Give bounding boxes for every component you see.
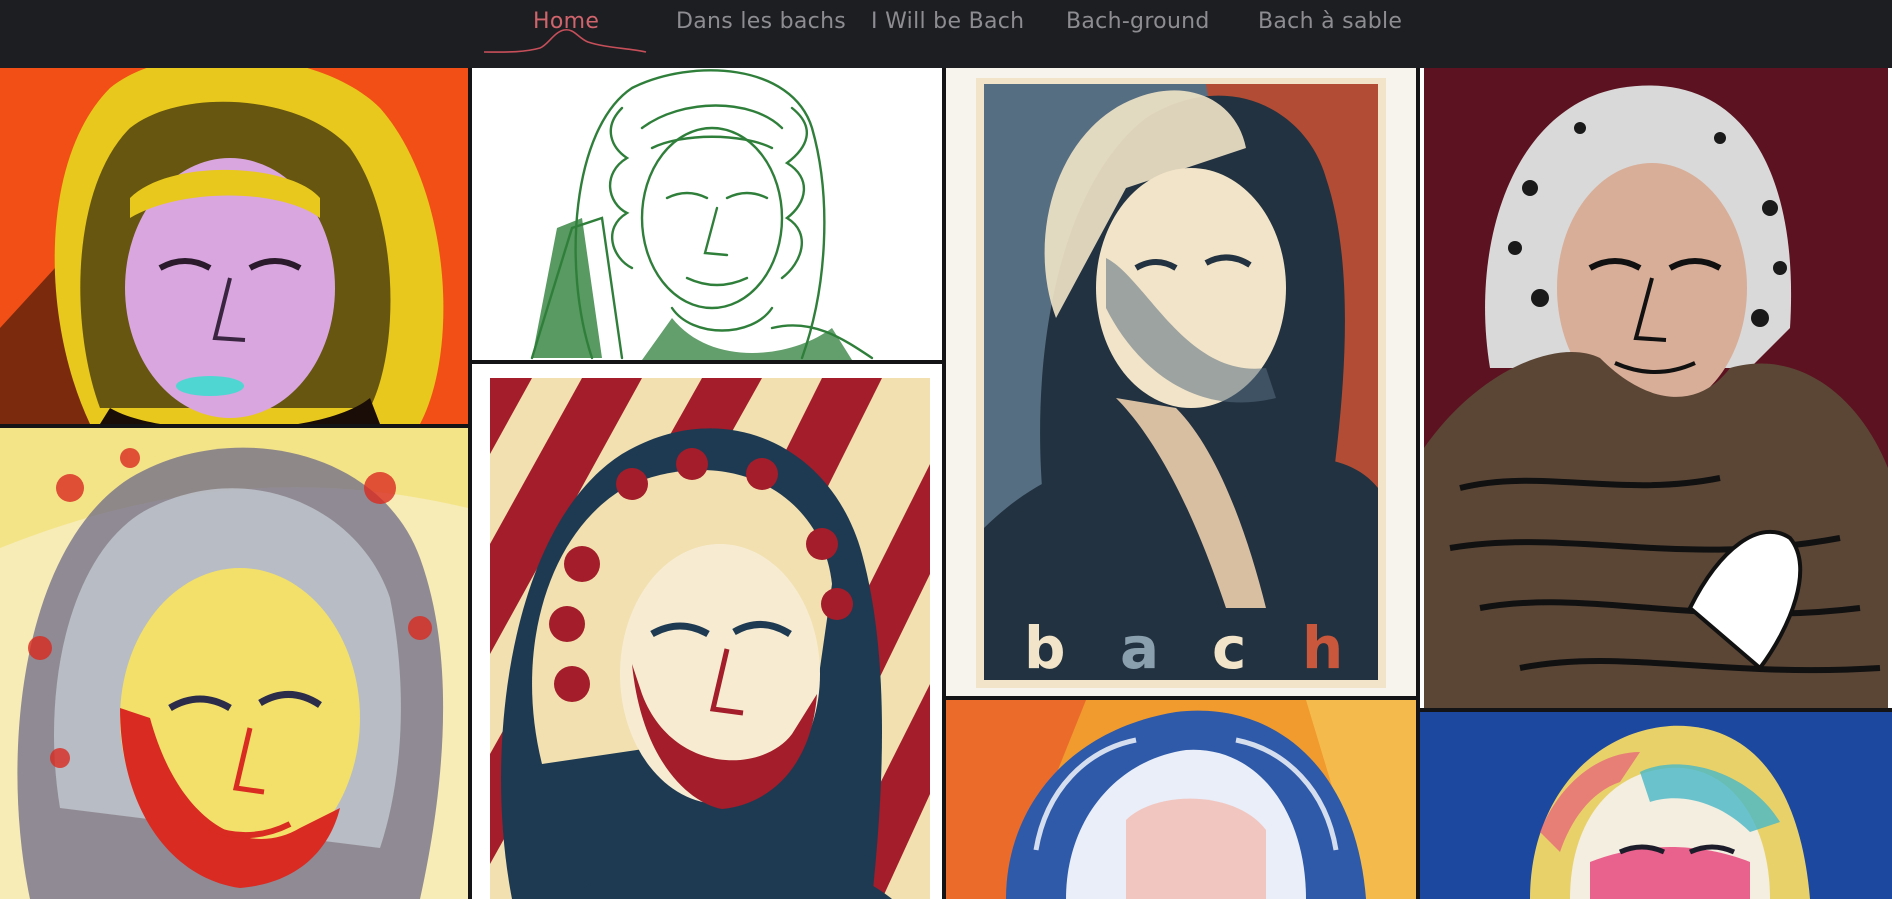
gallery-tile-grunge-pop[interactable] (0, 428, 468, 899)
nav-bach-ground[interactable]: Bach-ground (1066, 6, 1210, 38)
bach-portrait-image (472, 364, 942, 899)
bach-portrait-image (946, 68, 1416, 696)
gallery-tile-blue-oil-painting[interactable] (946, 700, 1416, 899)
bach-portrait-image (1420, 712, 1892, 899)
nav-bach-a-sable[interactable]: Bach à sable (1258, 6, 1402, 38)
bach-portrait-image (0, 428, 468, 899)
gallery-tile-pop-art-orange[interactable] (0, 68, 468, 424)
top-navbar: Home Dans les bachs I Will be Bach Bach-… (0, 0, 1892, 68)
bach-portrait-image (0, 68, 468, 424)
gallery-tile-hope-poster[interactable]: b a c h (946, 68, 1416, 696)
active-nav-underline (483, 28, 647, 53)
gallery-tile-green-sketch[interactable] (472, 68, 942, 360)
bach-portrait-image (472, 68, 942, 360)
gallery-tile-striped-poster[interactable] (472, 364, 942, 899)
nav-dans-les-bachs[interactable]: Dans les bachs (676, 6, 846, 38)
artwork-gallery: b a c h (0, 68, 1892, 899)
nav-i-will-be-bach[interactable]: I Will be Bach (871, 6, 1024, 38)
poster-caption-letter-c: c (1212, 614, 1247, 682)
gallery-tile-monk-comic[interactable] (1420, 68, 1892, 708)
bach-portrait-image (946, 700, 1416, 899)
poster-caption-letter-a: a (1120, 614, 1160, 682)
gallery-tile-rainbow-watercolor[interactable] (1420, 712, 1892, 899)
bach-portrait-image (1420, 68, 1892, 708)
poster-caption-letter-b: b (1024, 614, 1066, 682)
poster-caption-letter-h: h (1302, 614, 1344, 682)
